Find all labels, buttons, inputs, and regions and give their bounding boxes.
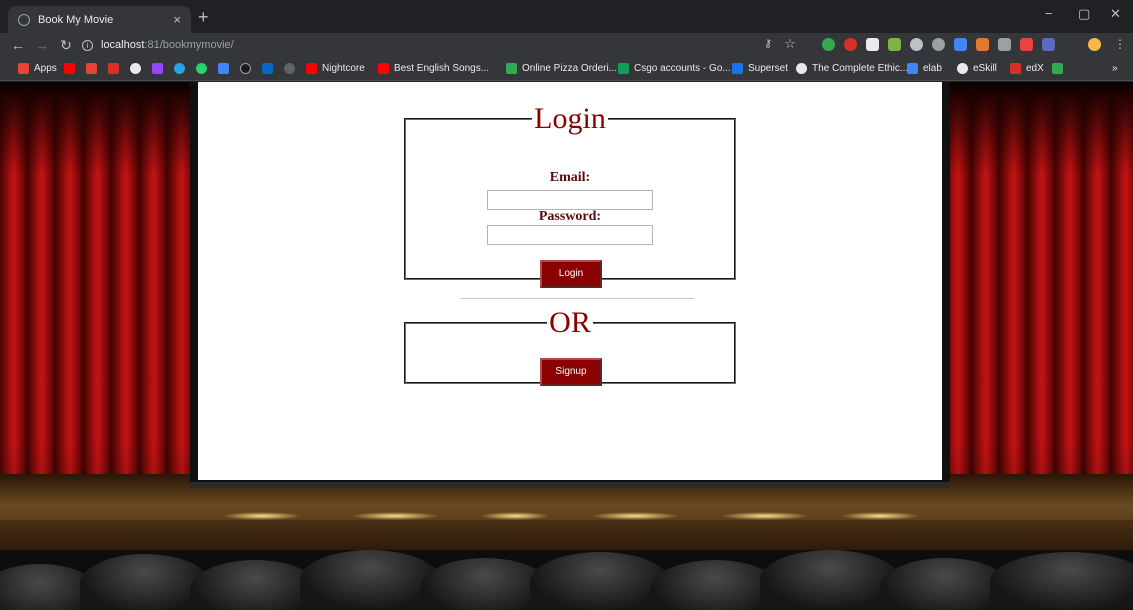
divider-line bbox=[460, 298, 694, 299]
tab-close-icon[interactable]: × bbox=[173, 12, 181, 27]
bookmark-complete-ethic[interactable]: The Complete Ethic... bbox=[796, 63, 908, 74]
maximize-button[interactable]: ▢ bbox=[1078, 6, 1090, 22]
email-label: Email: bbox=[549, 170, 591, 185]
browser-toolbar: ← → ↻ i localhost :81/bookmymovie/ ⚷ ☆ ⋮ bbox=[0, 33, 1133, 57]
bookmark-apps[interactable]: Apps bbox=[18, 63, 57, 74]
github-icon[interactable] bbox=[240, 63, 251, 74]
bookmark-elab[interactable]: elab bbox=[907, 63, 942, 74]
back-icon[interactable]: ← bbox=[6, 37, 30, 53]
stage-light bbox=[590, 512, 680, 520]
stage-light bbox=[480, 512, 550, 520]
globe-icon bbox=[18, 13, 30, 26]
extension-icon[interactable] bbox=[1042, 38, 1055, 51]
address-bar[interactable]: i localhost :81/bookmymovie/ bbox=[82, 35, 742, 55]
login-fieldset: Login Email: Password: Login bbox=[404, 102, 736, 288]
browser-tab[interactable]: Book My Movie × bbox=[8, 6, 191, 33]
browser-tab-strip: Book My Movie × + − ▢ ✕ bbox=[0, 0, 1133, 33]
new-tab-button[interactable]: + bbox=[198, 8, 209, 26]
site-info-icon[interactable]: i bbox=[82, 39, 93, 51]
bookmark-edx[interactable]: edX bbox=[1010, 63, 1044, 74]
bookmark-icon[interactable] bbox=[108, 63, 119, 74]
page-viewport: Login Email: Password: Login OR Signup bbox=[0, 82, 1133, 610]
profile-avatar[interactable] bbox=[1088, 38, 1101, 51]
sheet-icon bbox=[506, 63, 517, 74]
stage-light bbox=[350, 512, 440, 520]
menu-icon[interactable]: ⋮ bbox=[1108, 37, 1132, 51]
forward-icon[interactable]: → bbox=[30, 37, 54, 53]
telegram-icon[interactable] bbox=[174, 63, 185, 74]
drive-icon[interactable] bbox=[1052, 63, 1063, 74]
elab-icon bbox=[907, 63, 918, 74]
star-icon[interactable]: ☆ bbox=[778, 36, 802, 52]
extension-icon[interactable] bbox=[976, 38, 989, 51]
tab-title: Book My Movie bbox=[38, 13, 114, 26]
apps-grid-icon bbox=[18, 63, 29, 74]
stage-light bbox=[840, 512, 920, 520]
bookmark-icon[interactable] bbox=[218, 63, 229, 74]
bookmarks-overflow[interactable]: » bbox=[1112, 63, 1118, 74]
movie-screen: Login Email: Password: Login OR Signup bbox=[190, 82, 950, 488]
extension-icon[interactable] bbox=[1020, 38, 1033, 51]
bookmark-best-english-songs[interactable]: Best English Songs... bbox=[378, 63, 489, 74]
or-heading: OR bbox=[549, 306, 591, 339]
extension-icon[interactable] bbox=[888, 38, 901, 51]
bookmark-online-pizza[interactable]: Online Pizza Orderi... bbox=[506, 63, 617, 74]
bookmark-nightcore[interactable]: Nightcore bbox=[306, 63, 365, 74]
stage-light bbox=[222, 512, 302, 520]
email-field[interactable] bbox=[487, 190, 653, 210]
youtube-icon[interactable] bbox=[64, 63, 75, 74]
signup-button[interactable]: Signup bbox=[540, 358, 602, 386]
login-page: Login Email: Password: Login OR Signup bbox=[198, 82, 942, 480]
youtube-icon bbox=[306, 63, 317, 74]
url-path: :81/bookmymovie/ bbox=[144, 39, 234, 51]
extension-icon[interactable] bbox=[998, 38, 1011, 51]
extension-icon[interactable] bbox=[866, 38, 879, 51]
bookmark-icon[interactable] bbox=[284, 63, 295, 74]
globe-icon bbox=[957, 63, 968, 74]
sheet-icon bbox=[618, 63, 629, 74]
login-heading: Login bbox=[534, 102, 606, 135]
twitch-icon[interactable] bbox=[152, 63, 163, 74]
key-icon[interactable]: ⚷ bbox=[756, 37, 780, 50]
globe-icon bbox=[796, 63, 807, 74]
bookmarks-bar: Apps Nightcore Best English Songs... Onl… bbox=[0, 57, 1133, 81]
bookmark-csgo-accounts[interactable]: Csgo accounts - Go... bbox=[618, 63, 731, 74]
extension-icon[interactable] bbox=[822, 38, 835, 51]
theater-seats bbox=[0, 550, 1133, 610]
login-button[interactable]: Login bbox=[540, 260, 602, 288]
password-label: Password: bbox=[538, 209, 602, 224]
url-host: localhost bbox=[101, 39, 145, 51]
extension-icon[interactable] bbox=[932, 38, 945, 51]
bookmark-superset[interactable]: Superset bbox=[732, 63, 788, 74]
reload-icon[interactable]: ↻ bbox=[54, 37, 78, 54]
whatsapp-icon[interactable] bbox=[196, 63, 207, 74]
bookmark-eskill[interactable]: eSkill bbox=[957, 63, 997, 74]
gmail-icon[interactable] bbox=[86, 63, 97, 74]
extension-icon[interactable] bbox=[910, 38, 923, 51]
edx-icon bbox=[1010, 63, 1021, 74]
linkedin-icon[interactable] bbox=[262, 63, 273, 74]
minimize-button[interactable]: − bbox=[1045, 6, 1053, 21]
extension-icon[interactable] bbox=[844, 38, 857, 51]
chrome-icon[interactable] bbox=[130, 63, 141, 74]
youtube-icon bbox=[378, 63, 389, 74]
password-field[interactable] bbox=[487, 225, 653, 245]
signup-fieldset: OR Signup bbox=[404, 306, 736, 386]
window-close-button[interactable]: ✕ bbox=[1110, 6, 1121, 22]
stage-light bbox=[720, 512, 810, 520]
superset-icon bbox=[732, 63, 743, 74]
extension-icon[interactable] bbox=[954, 38, 967, 51]
